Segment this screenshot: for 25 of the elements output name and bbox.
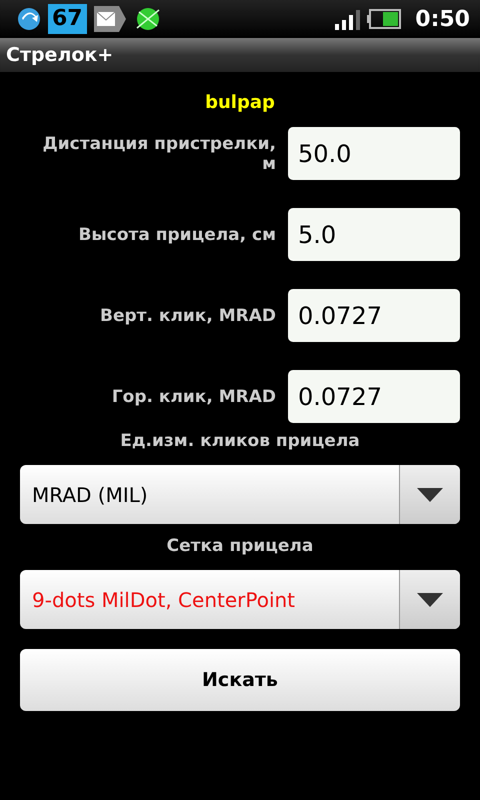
section-label: Сетка прицела <box>166 536 314 556</box>
input-field[interactable]: 50.0 <box>288 127 460 180</box>
battery-icon <box>367 9 402 29</box>
field-label: Высота прицела, см <box>77 224 276 244</box>
sync-icon <box>16 6 42 32</box>
notification-count: 67 <box>48 4 87 34</box>
search-button[interactable]: Искать <box>20 649 460 711</box>
field-label: Дистанция пристрелки, м <box>42 134 276 174</box>
caret-icon <box>417 592 443 606</box>
dropdown[interactable]: MRAD (MIL) <box>20 465 460 524</box>
dropdown[interactable]: 9-dots MilDot, CenterPoint <box>20 570 460 629</box>
input-field[interactable]: 5.0 <box>288 208 460 261</box>
section-label: Ед.изм. кликов прицела <box>119 431 361 451</box>
caret-icon <box>417 488 443 502</box>
input-field[interactable]: 0.0727 <box>288 370 460 423</box>
clock: 0:50 <box>415 6 470 32</box>
input-field[interactable]: 0.0727 <box>288 289 460 342</box>
window-title: Стрелок+ <box>6 44 114 66</box>
profile-name: bulpap <box>204 92 276 113</box>
signal-icon <box>335 8 362 30</box>
field-label: Гор. клик, MRAD <box>110 386 276 406</box>
dropdown-value: 9-dots MilDot, CenterPoint <box>31 588 296 612</box>
field-label: Верт. клик, MRAD <box>99 306 276 326</box>
dropdown-value: MRAD (MIL) <box>31 482 149 506</box>
mail-icon <box>92 5 127 33</box>
